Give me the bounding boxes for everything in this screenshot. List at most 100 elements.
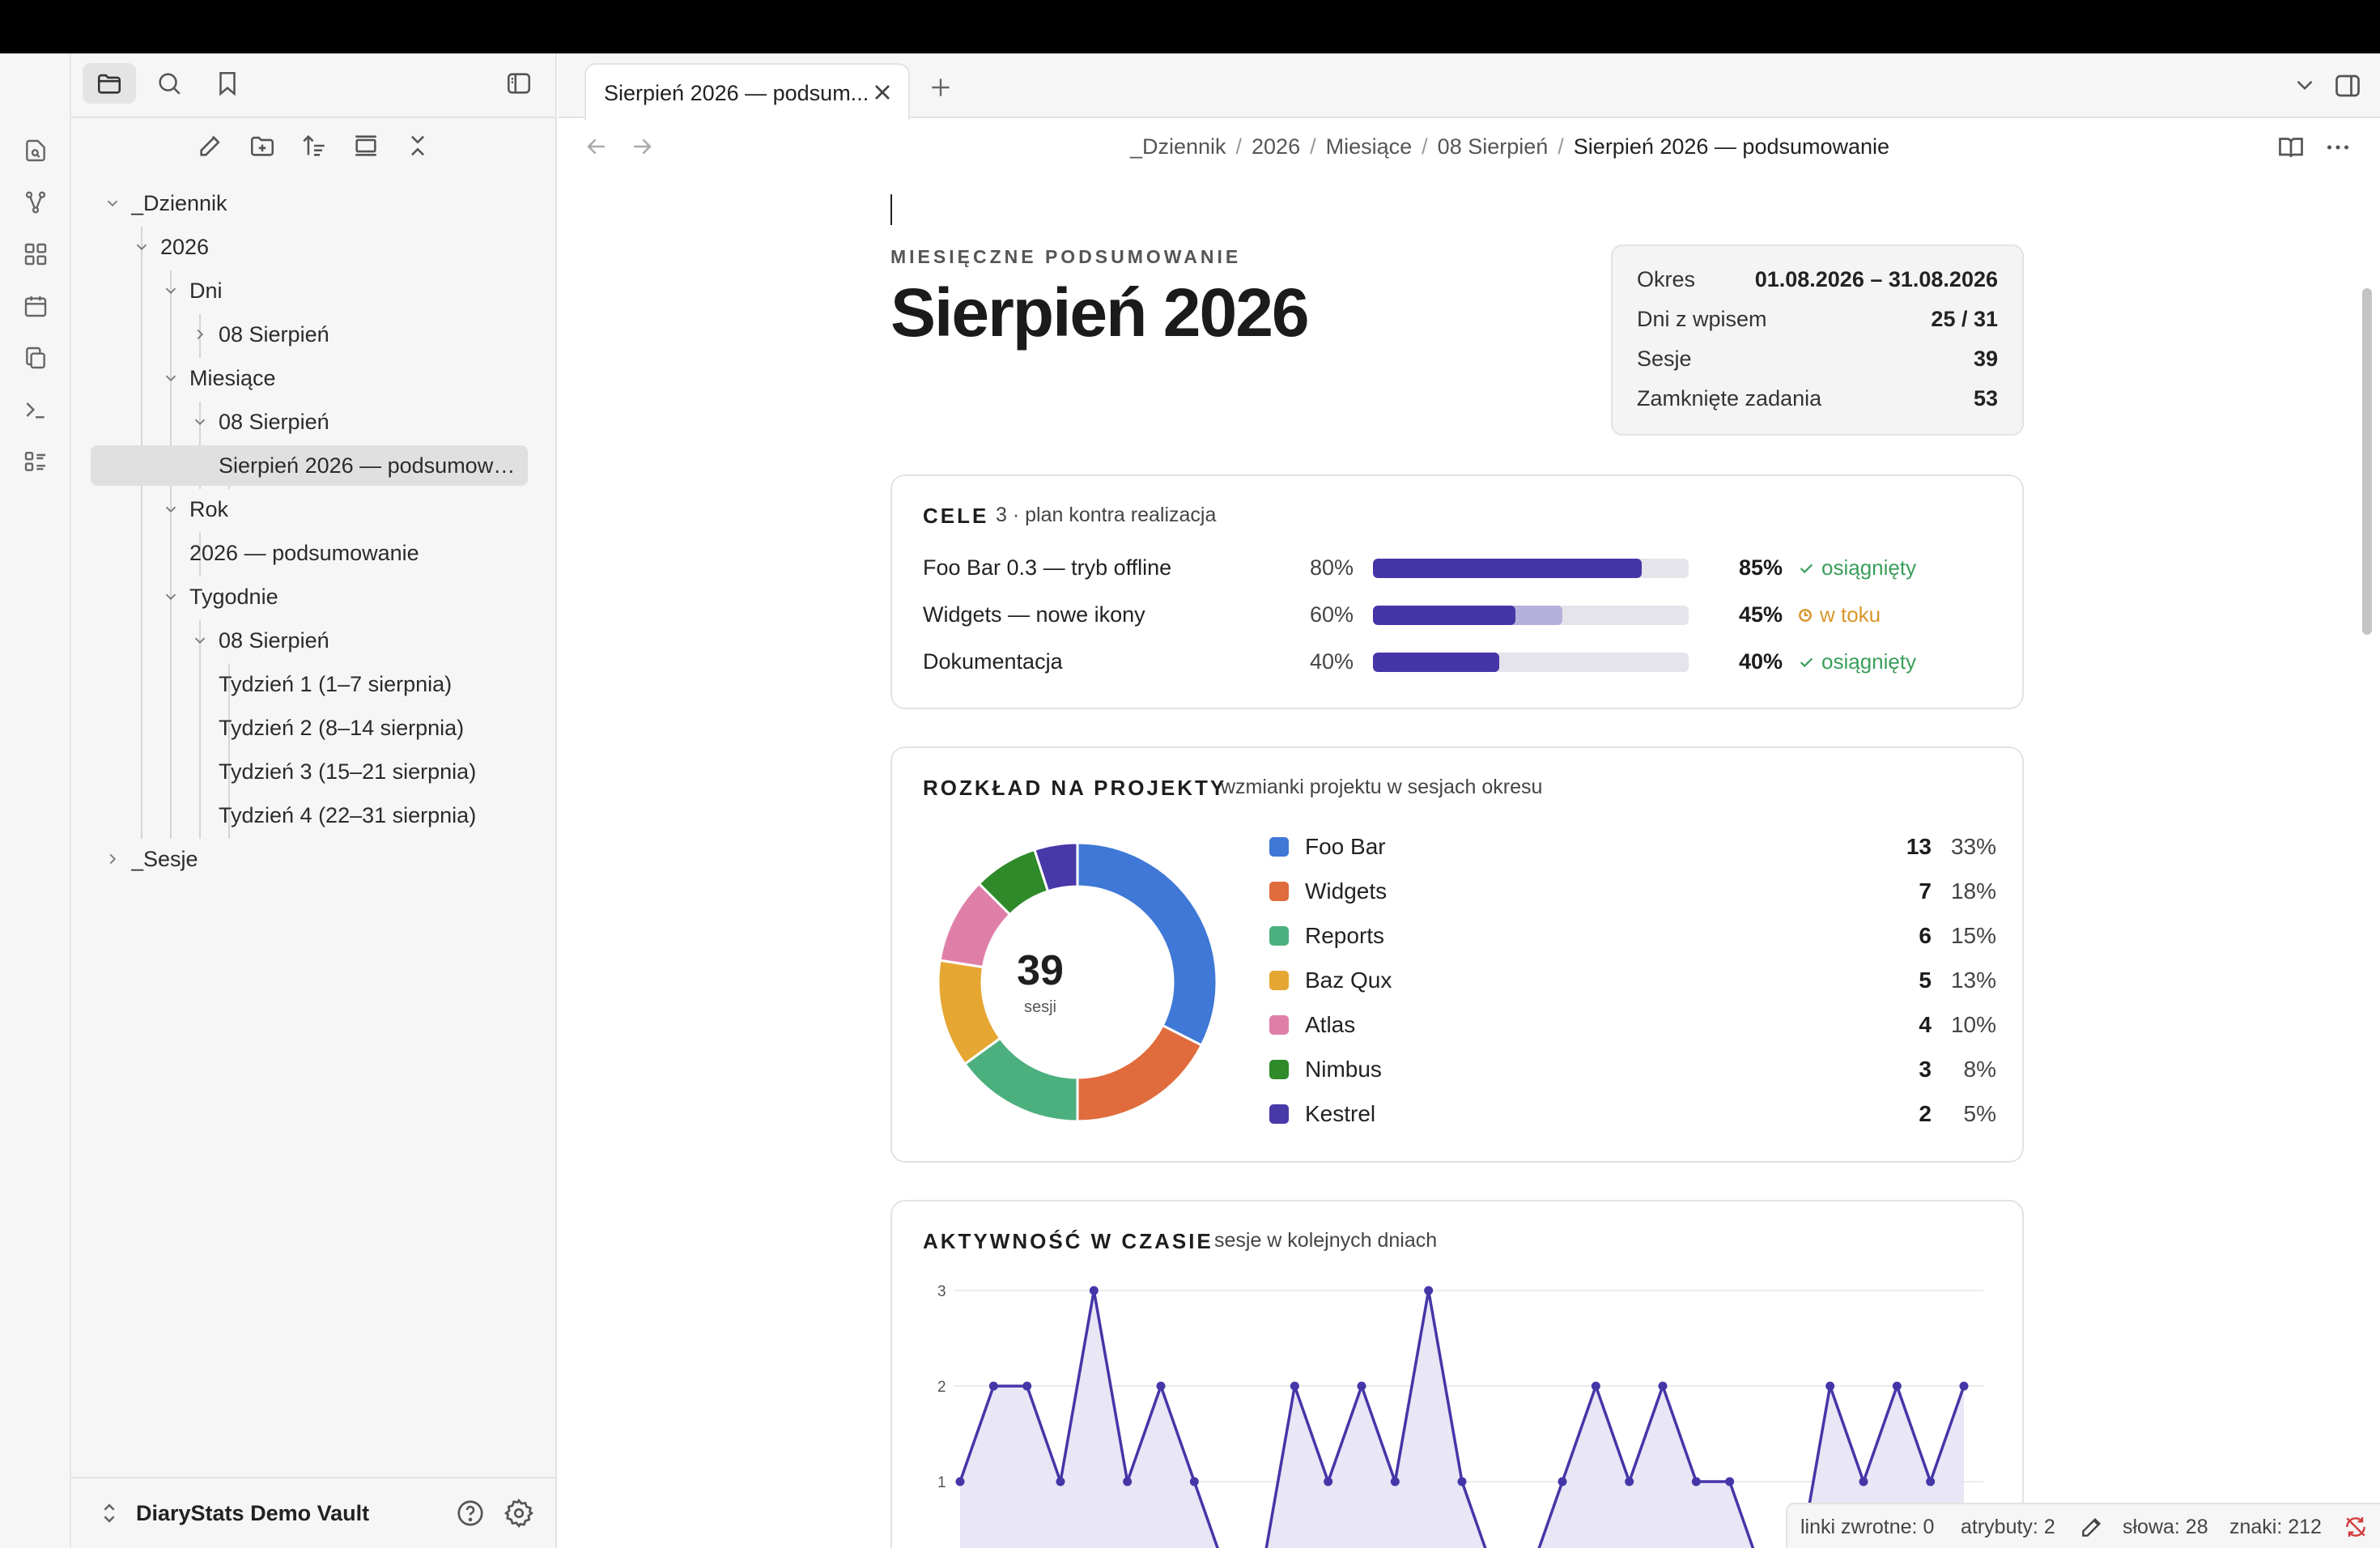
activity-point[interactable] [955, 1477, 965, 1486]
y-tick-label: 2 [937, 1379, 946, 1396]
chevron-right-icon[interactable] [188, 322, 212, 347]
activity-point[interactable] [1390, 1477, 1400, 1486]
activity-point[interactable] [988, 1381, 998, 1391]
chevron-down-icon[interactable] [159, 366, 183, 390]
tab-active-note[interactable]: Sierpień 2026 — podsum... [584, 63, 910, 120]
activity-point[interactable] [1591, 1381, 1600, 1391]
activity-point[interactable] [1625, 1477, 1634, 1486]
goal-progress-bar [1373, 606, 1689, 625]
new-tab-plus-icon[interactable] [923, 70, 958, 105]
new-folder-button[interactable] [243, 126, 282, 165]
activity-point[interactable] [1189, 1477, 1199, 1486]
vault-name[interactable]: DiaryStats Demo Vault [136, 1501, 369, 1526]
activity-point[interactable] [1926, 1477, 1936, 1486]
legend-swatch [1269, 1104, 1289, 1124]
activity-point[interactable] [1357, 1381, 1366, 1391]
chevron-updown-icon[interactable] [96, 1499, 123, 1527]
bookmarks-tab-button[interactable] [201, 63, 254, 104]
activity-point[interactable] [1123, 1477, 1133, 1486]
files-tab-button[interactable] [83, 63, 136, 104]
tree-folder-item[interactable]: 08 Sierpień [91, 620, 557, 661]
collapse-sidebar-button[interactable] [492, 63, 546, 104]
tree-folder-item[interactable]: 08 Sierpień [91, 402, 557, 442]
activity-point[interactable] [1558, 1477, 1567, 1486]
activity-point[interactable] [1424, 1286, 1434, 1295]
legend-swatch [1269, 1015, 1289, 1035]
donut-slice[interactable] [1076, 1023, 1204, 1123]
reading-view-book-icon[interactable] [2276, 133, 2306, 162]
tree-file-item[interactable]: Tydzień 4 (22–31 sierpnia) [91, 795, 557, 836]
right-sidebar-toggle-icon[interactable] [2333, 71, 2362, 100]
goal-row: Dokumentacja 40% 40% osiągnięty [923, 644, 1991, 680]
canvas-icon[interactable] [18, 236, 53, 272]
tree-folder-item[interactable]: 2026 [91, 227, 557, 267]
properties-count[interactable]: atrybuty: 2 [1961, 1516, 2055, 1539]
calendar-icon[interactable] [18, 288, 53, 324]
tree-file-item[interactable]: Sierpień 2026 — podsumowanie [91, 445, 528, 486]
activity-point[interactable] [1725, 1477, 1735, 1486]
list-icon[interactable] [18, 444, 53, 479]
activity-title: AKTYWNOŚĆ W CZASIE [923, 1229, 1213, 1253]
activity-point[interactable] [1691, 1477, 1701, 1486]
activity-point[interactable] [1959, 1381, 1969, 1391]
breadcrumb-current[interactable]: Sierpień 2026 — podsumowanie [1574, 134, 1889, 159]
sort-button[interactable] [295, 126, 334, 165]
tree-folder-item[interactable]: Dni [91, 270, 557, 311]
collapse-all-button[interactable] [398, 126, 437, 165]
chevron-down-icon[interactable] [159, 585, 183, 609]
close-tab-icon[interactable] [869, 79, 895, 105]
new-note-button[interactable] [191, 126, 230, 165]
sync-error-icon[interactable] [2343, 1514, 2369, 1540]
tree-folder-item[interactable]: Rok [91, 489, 557, 529]
activity-point[interactable] [1089, 1286, 1099, 1295]
tab-list-chevron-icon[interactable] [2291, 71, 2318, 99]
breadcrumb-item[interactable]: Miesiące [1326, 134, 1413, 159]
projects-subtitle: wzmianki projektu w sesjach okresu [1221, 776, 1543, 798]
activity-point[interactable] [1892, 1381, 1902, 1391]
breadcrumb: _Dziennik/2026/Miesiące/08 Sierpień / Sier… [1129, 134, 1890, 159]
chevron-down-icon[interactable] [130, 235, 154, 259]
terminal-icon[interactable] [18, 392, 53, 427]
scrollbar[interactable] [2362, 288, 2372, 635]
tree-folder-item[interactable]: _Dziennik [91, 183, 557, 223]
activity-point[interactable] [1457, 1477, 1467, 1486]
tree-folder-item[interactable]: _Sesje [91, 839, 557, 879]
activity-point[interactable] [1825, 1381, 1835, 1391]
meta-row: Okres 01.08.2026 – 31.08.2026 [1637, 267, 1998, 300]
activity-point[interactable] [1056, 1477, 1065, 1486]
help-icon[interactable] [455, 1498, 486, 1529]
settings-gear-icon[interactable] [504, 1498, 534, 1529]
tree-file-item[interactable]: Tydzień 3 (15–21 sierpnia) [91, 751, 557, 792]
copy-icon[interactable] [18, 340, 53, 376]
tree-folder-item[interactable]: 08 Sierpień [91, 314, 557, 355]
graph-view-icon[interactable] [18, 185, 53, 220]
breadcrumb-item[interactable]: _Dziennik [1130, 134, 1226, 159]
edit-mode-pencil-icon[interactable] [2079, 1514, 2105, 1540]
tree-folder-item[interactable]: Miesiące [91, 358, 557, 398]
search-tab-button[interactable] [142, 63, 196, 104]
chevron-down-icon[interactable] [100, 191, 125, 215]
chevron-down-icon[interactable] [188, 410, 212, 434]
meta-key: Okres [1637, 267, 1696, 291]
search-file-icon[interactable] [18, 133, 53, 168]
activity-point[interactable] [1290, 1381, 1299, 1391]
breadcrumb-item[interactable]: 08 Sierpień [1438, 134, 1549, 159]
chevron-down-icon[interactable] [188, 628, 212, 653]
activity-point[interactable] [1156, 1381, 1166, 1391]
chevron-down-icon[interactable] [159, 279, 183, 303]
chevron-right-icon[interactable] [100, 847, 125, 871]
tree-file-item[interactable]: 2026 — podsumowanie [91, 533, 557, 573]
activity-point[interactable] [1658, 1381, 1668, 1391]
tree-item-label: 08 Sierpień [219, 627, 329, 653]
tree-folder-item[interactable]: Tygodnie [91, 576, 557, 617]
tree-file-item[interactable]: Tydzień 1 (1–7 sierpnia) [91, 664, 557, 704]
activity-point[interactable] [1859, 1477, 1868, 1486]
more-options-icon[interactable] [2323, 133, 2352, 162]
activity-point[interactable] [1022, 1381, 1032, 1391]
breadcrumb-item[interactable]: 2026 [1252, 134, 1300, 159]
backlinks-count[interactable]: linki zwrotne: 0 [1800, 1516, 1934, 1539]
activity-point[interactable] [1324, 1477, 1333, 1486]
auto-reveal-button[interactable] [346, 126, 385, 165]
tree-file-item[interactable]: Tydzień 2 (8–14 sierpnia) [91, 708, 557, 748]
chevron-down-icon[interactable] [159, 497, 183, 521]
